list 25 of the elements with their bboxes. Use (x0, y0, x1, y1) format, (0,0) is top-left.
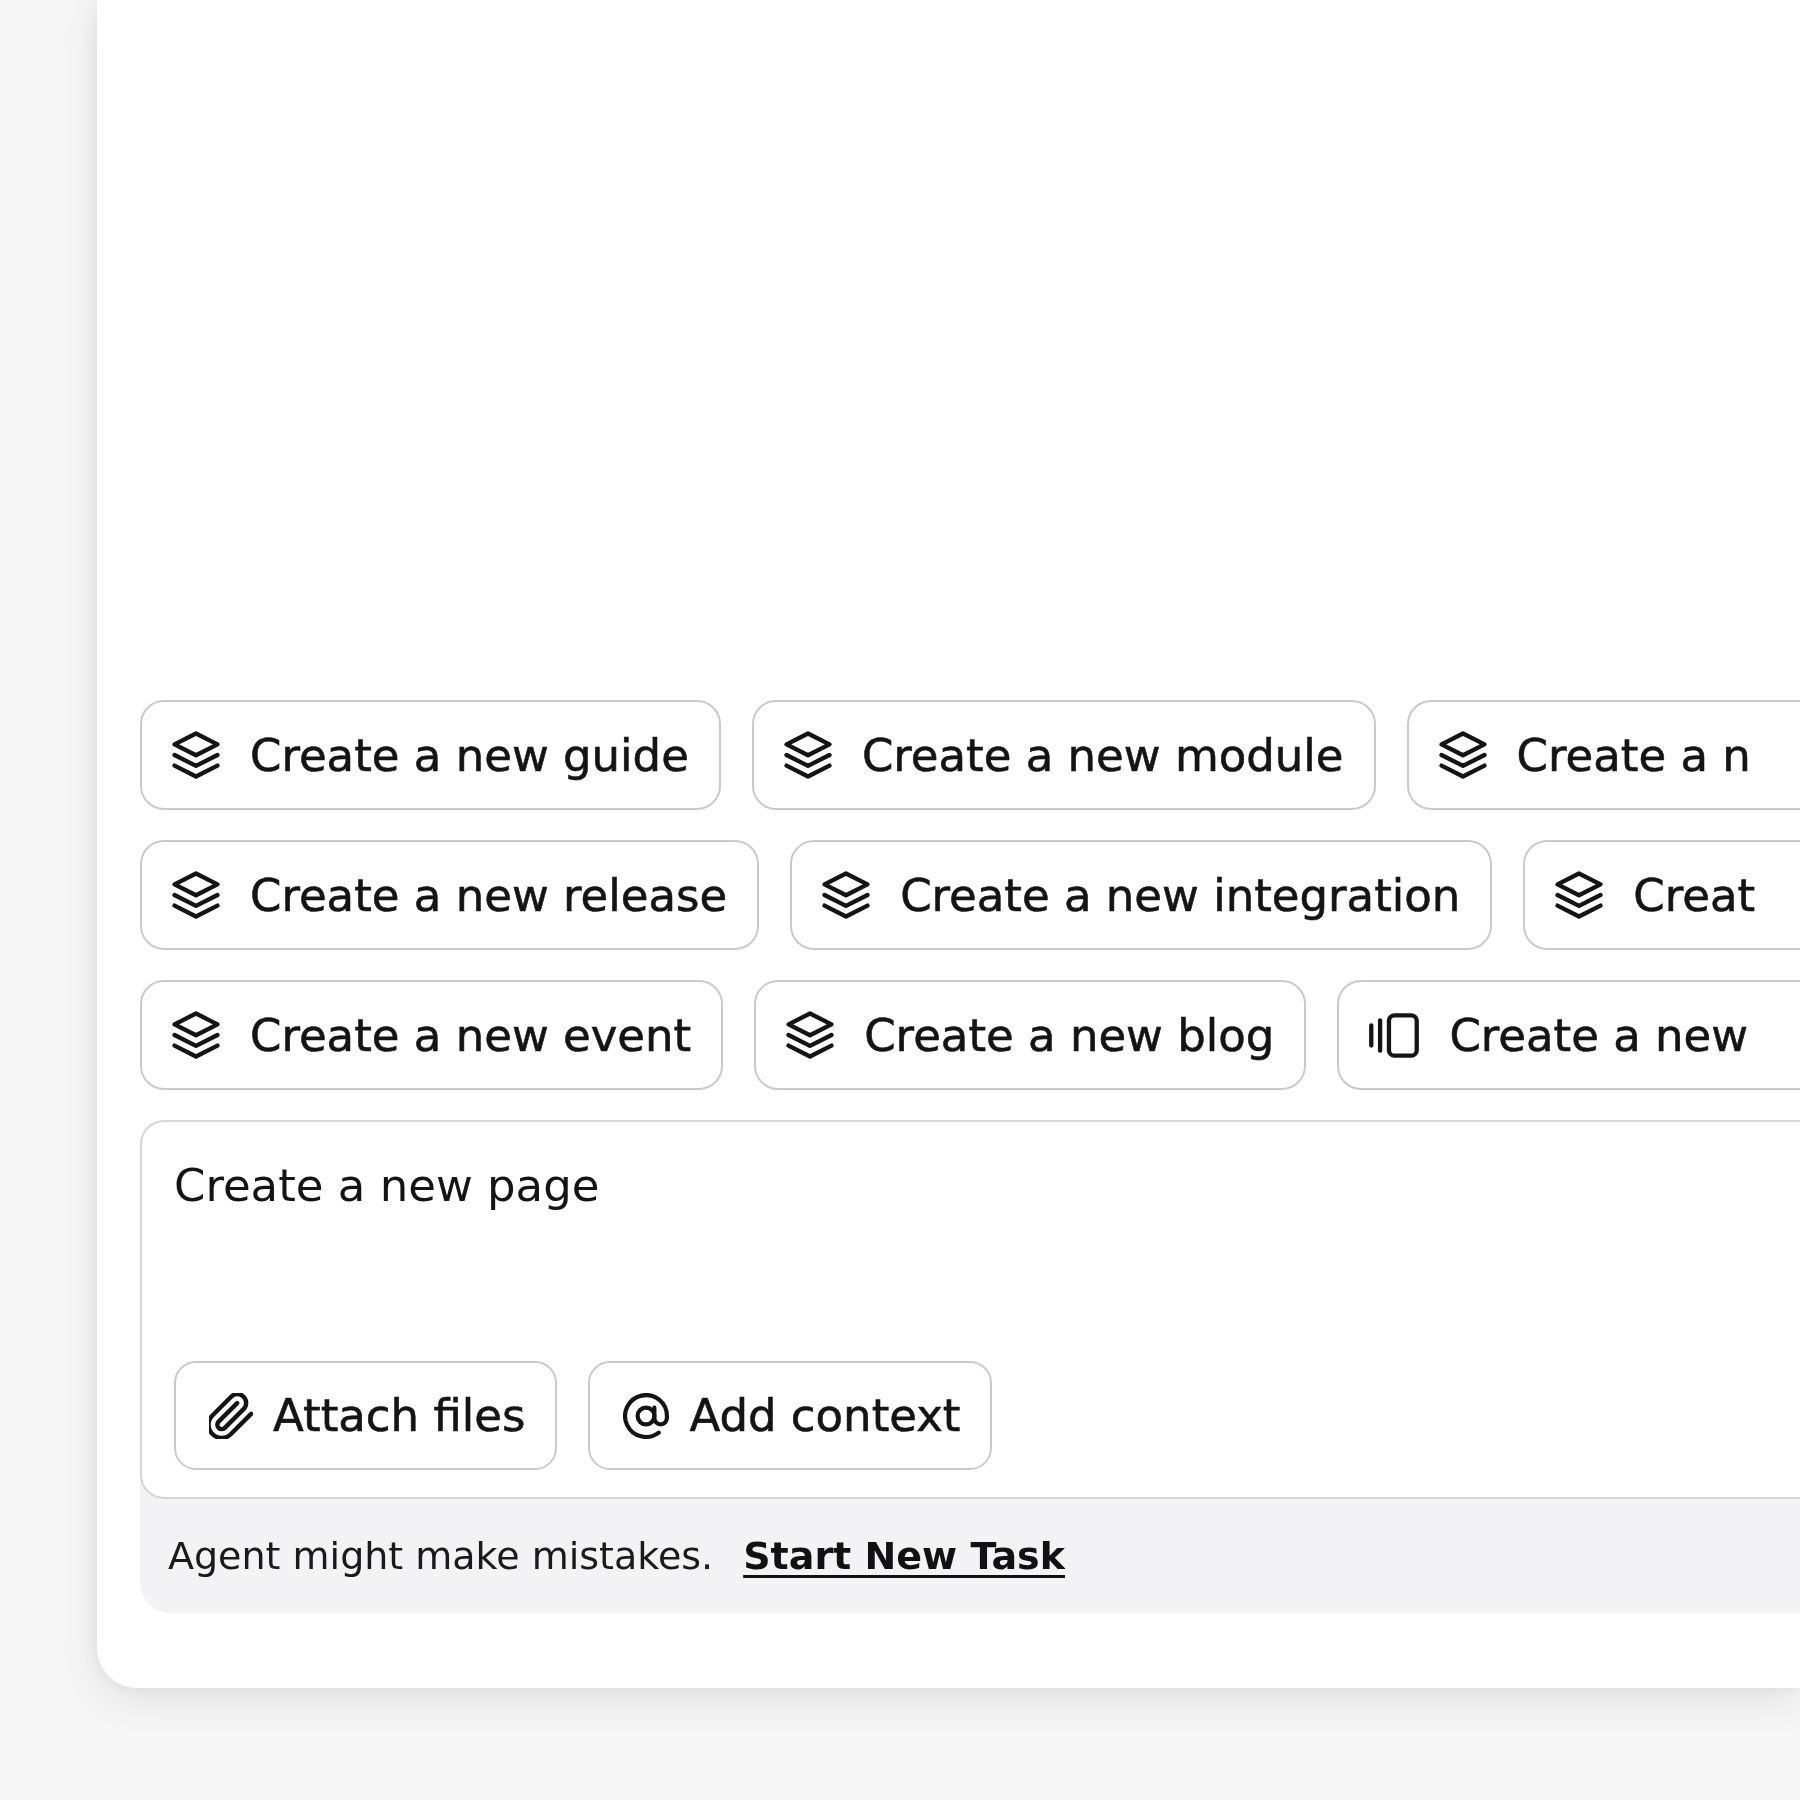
suggestion-chip[interactable]: Create a n (1406, 700, 1800, 810)
layers-icon (172, 871, 220, 919)
new-task-link[interactable]: Start New Task (743, 1534, 1065, 1578)
at-sign-icon (623, 1392, 670, 1439)
layers-icon (1438, 731, 1487, 779)
suggestion-chip[interactable]: Create a new blog (754, 980, 1307, 1090)
paperclip-icon (209, 1392, 253, 1439)
suggestion-chip[interactable]: Create a new guide (140, 700, 721, 810)
disclaimer-text: Agent might make mistakes. (168, 1534, 714, 1578)
suggestion-chip[interactable]: Create a new integration (790, 840, 1493, 950)
suggestion-chip[interactable]: Create a new release (140, 840, 760, 950)
suggestion-chip[interactable]: Creat (1523, 840, 1800, 950)
message-input[interactable]: Create a new page (174, 1158, 1768, 1341)
slides-icon (1369, 1012, 1420, 1058)
layers-icon (172, 1011, 220, 1059)
layers-icon (783, 731, 832, 779)
layers-icon (786, 1011, 835, 1059)
suggestion-chip[interactable]: Create a new (1337, 980, 1800, 1090)
attach-files-button[interactable]: Attach files (174, 1361, 558, 1470)
add-context-button[interactable]: Add context (588, 1361, 993, 1470)
layers-icon (1555, 871, 1604, 919)
suggestion-chip[interactable]: Create a new module (751, 700, 1376, 810)
suggestion-chip[interactable]: Create a new event (140, 980, 724, 1090)
layers-icon (822, 871, 871, 919)
layers-icon (172, 731, 220, 779)
